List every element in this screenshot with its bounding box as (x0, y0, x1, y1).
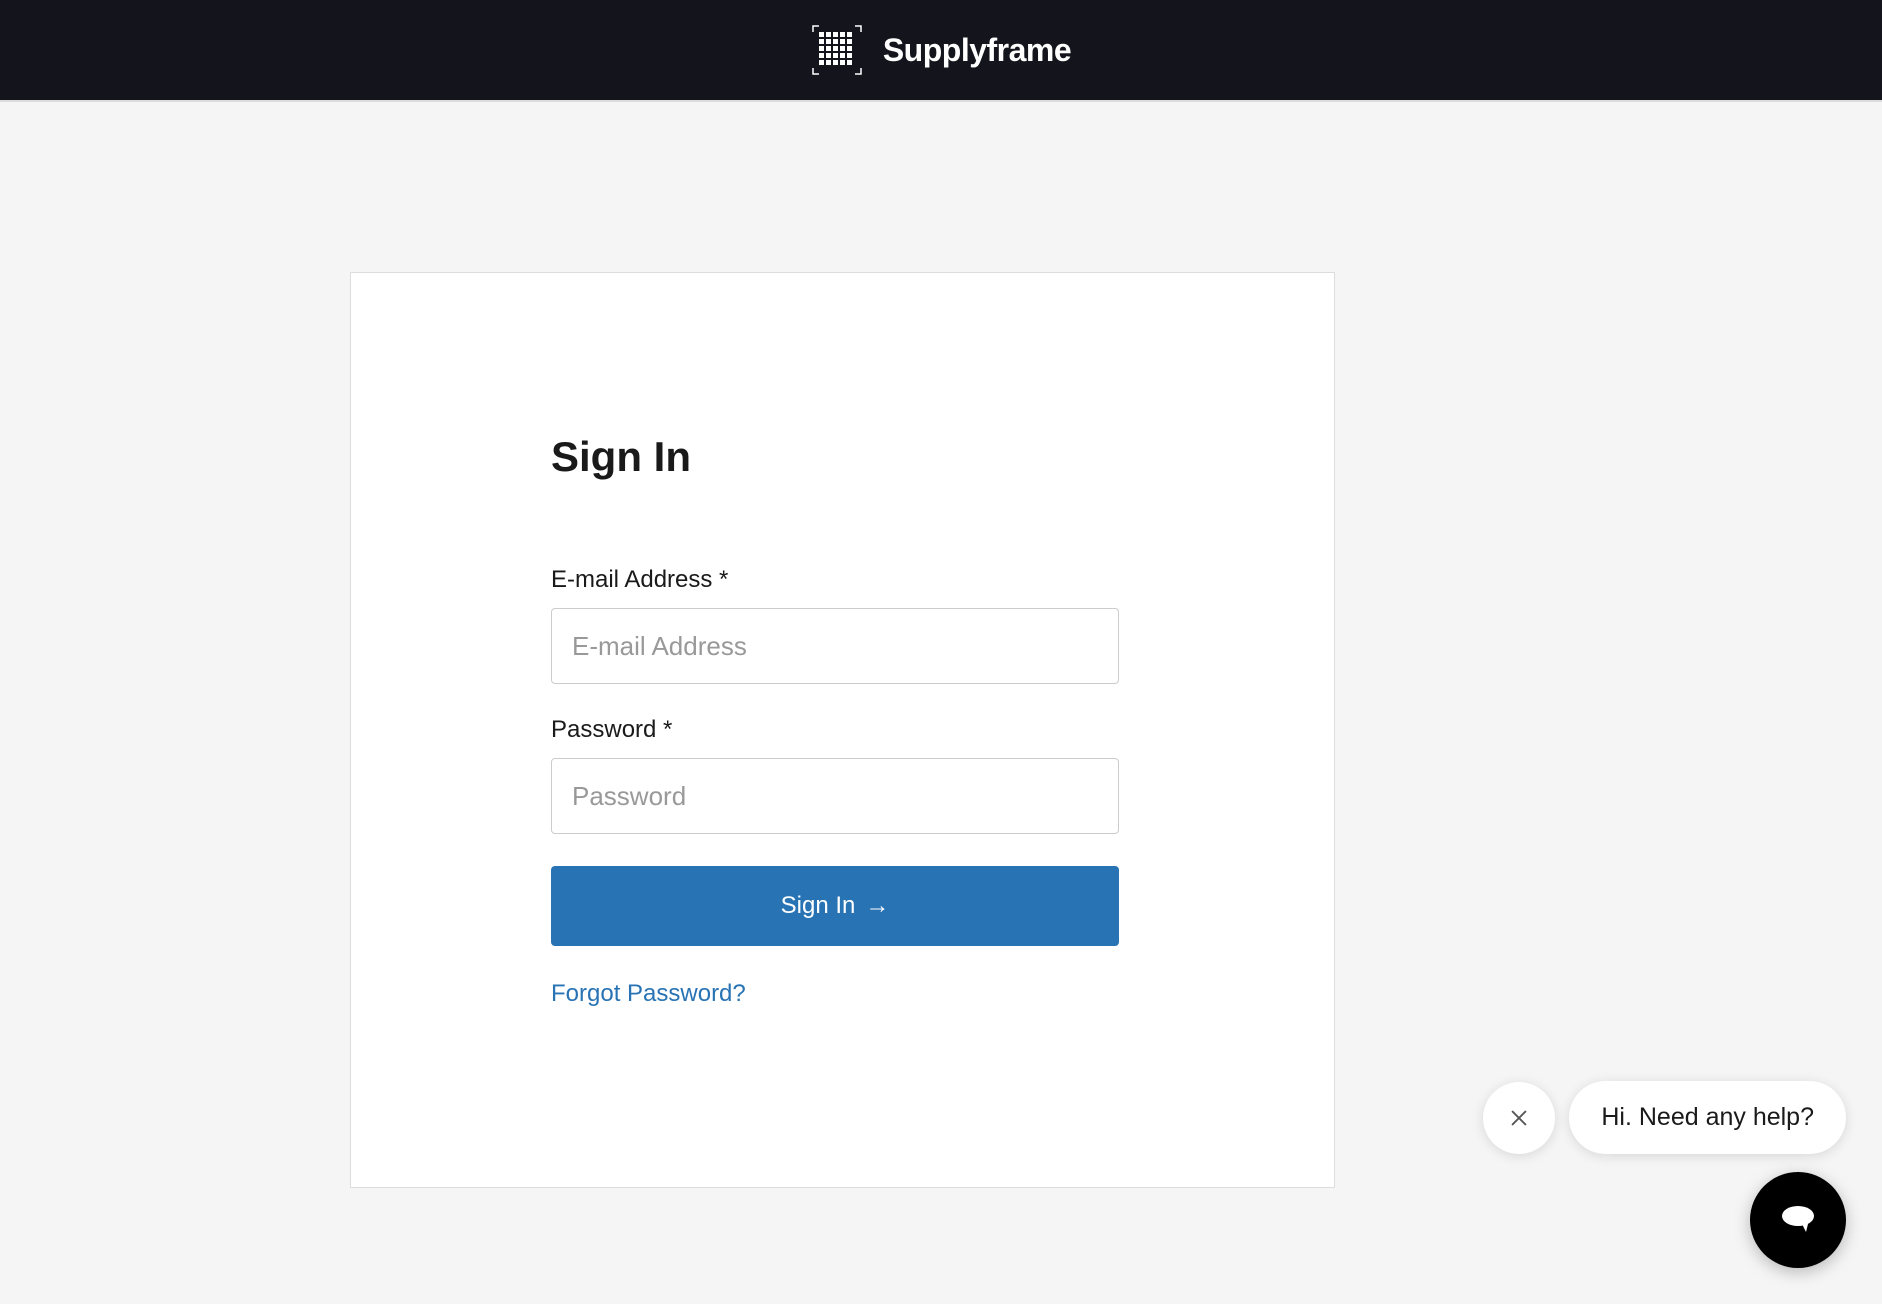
header: Supplyframe (0, 0, 1882, 102)
supplyframe-logo-icon (811, 24, 863, 76)
main-content: Sign In E-mail Address * Password * Sign… (0, 102, 1882, 1188)
signin-title: Sign In (551, 433, 1134, 481)
forgot-password-link[interactable]: Forgot Password? (551, 980, 1134, 1008)
brand-name: Supplyframe (883, 32, 1071, 69)
arrow-right-icon: → (865, 892, 889, 920)
chat-close-button[interactable] (1483, 1082, 1555, 1154)
email-form-group: E-mail Address * (551, 566, 1134, 684)
chat-help-row: Hi. Need any help? (1483, 1081, 1846, 1154)
signin-button-label: Sign In (781, 892, 856, 920)
password-form-group: Password * (551, 716, 1134, 834)
email-input[interactable] (551, 608, 1119, 684)
signin-button[interactable]: Sign In → (551, 866, 1119, 946)
chat-launcher-button[interactable] (1750, 1172, 1846, 1268)
chat-icon (1776, 1198, 1820, 1242)
chat-help-bubble[interactable]: Hi. Need any help? (1569, 1081, 1846, 1154)
email-label: E-mail Address * (551, 566, 1134, 594)
signin-card: Sign In E-mail Address * Password * Sign… (350, 272, 1335, 1188)
close-icon (1508, 1107, 1530, 1129)
password-label: Password * (551, 716, 1134, 744)
password-input[interactable] (551, 758, 1119, 834)
